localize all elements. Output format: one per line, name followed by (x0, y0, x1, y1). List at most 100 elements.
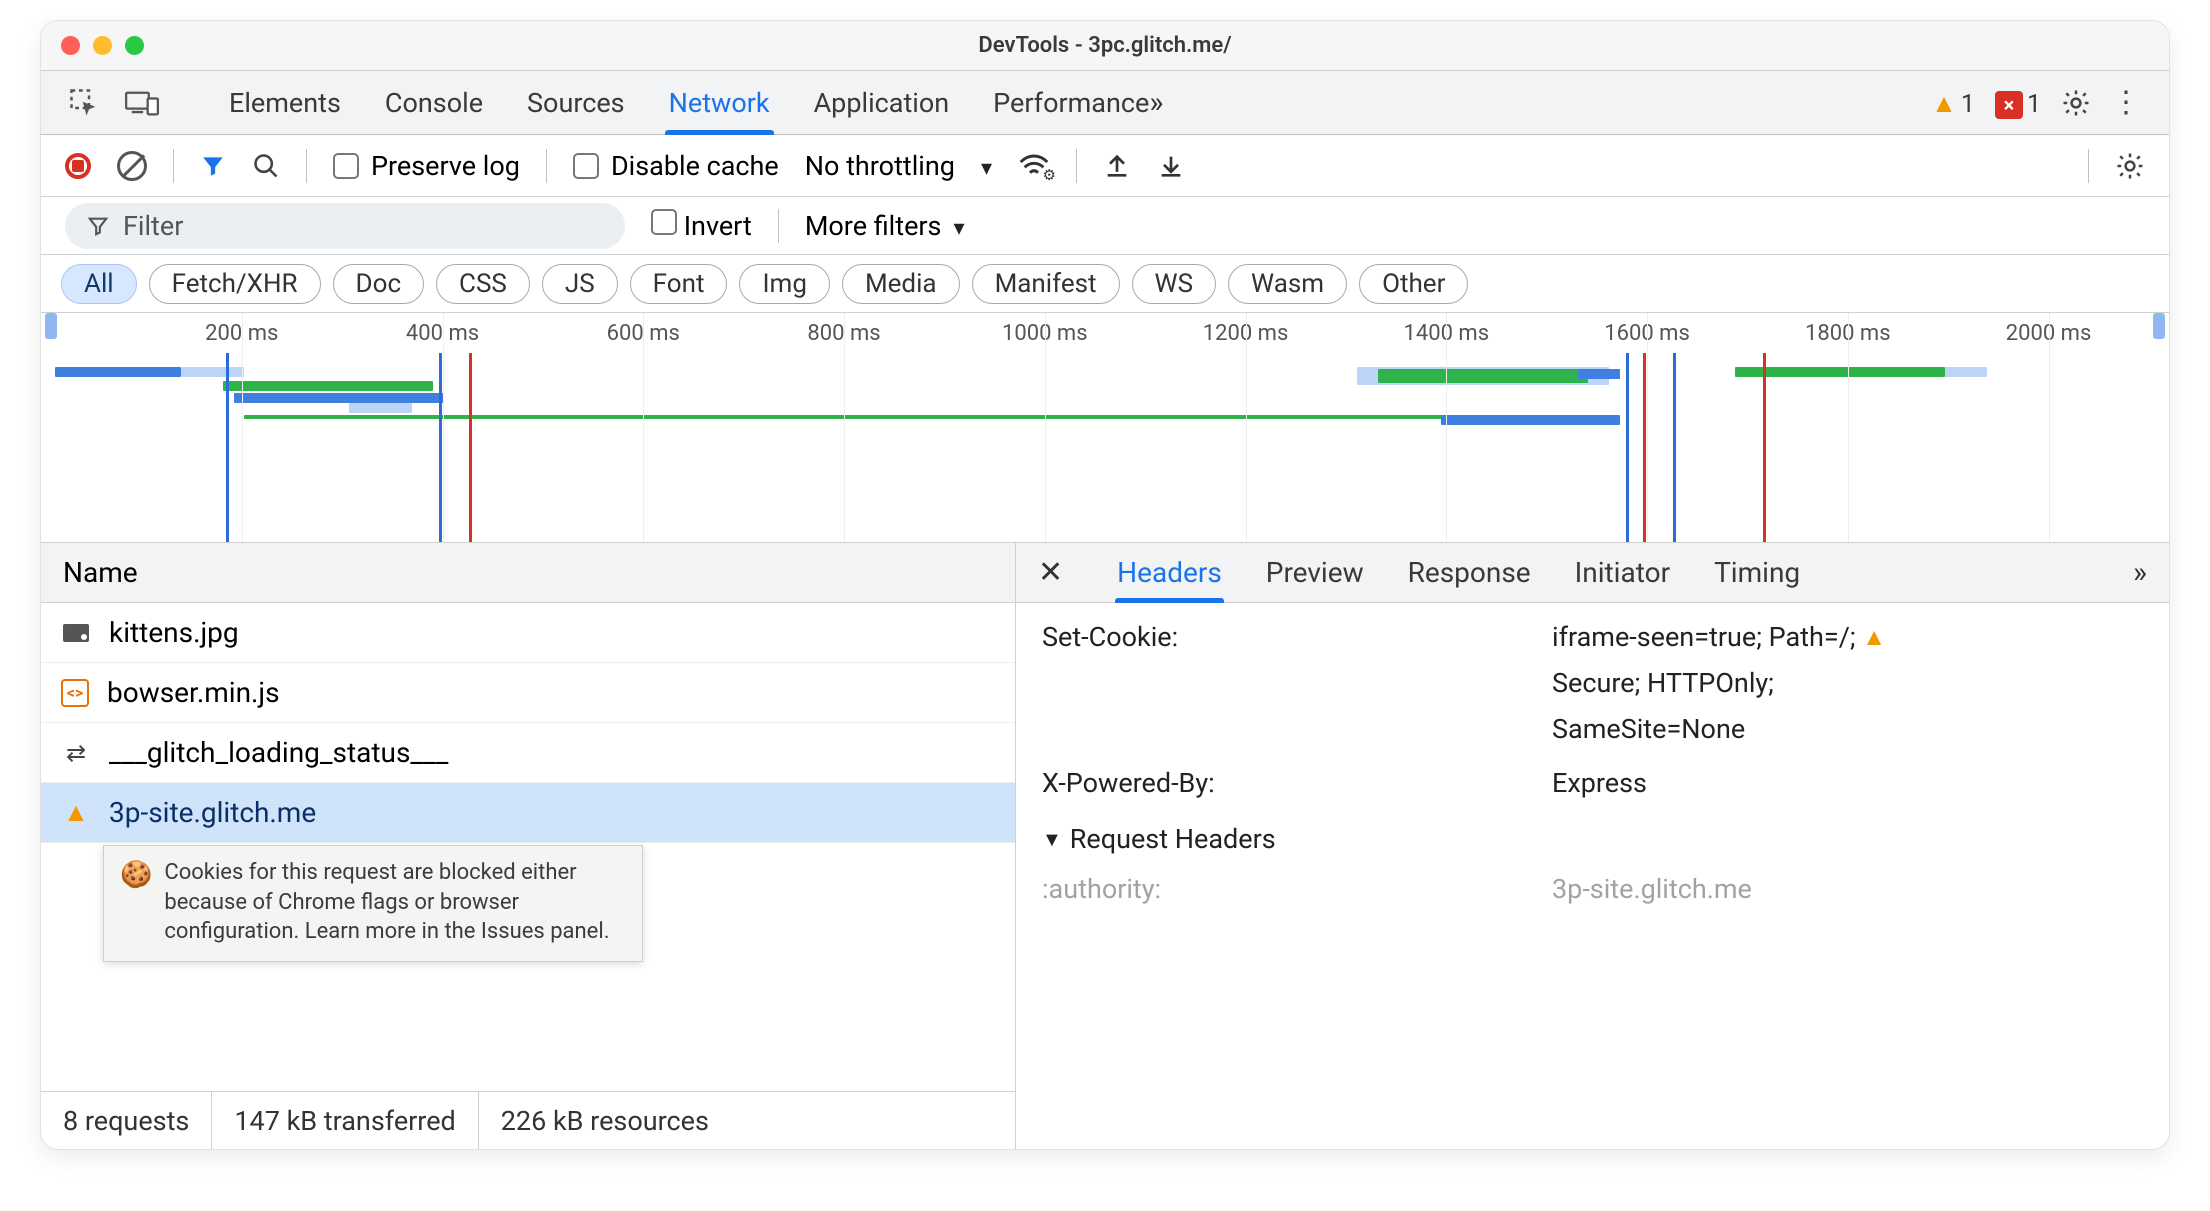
chip-doc[interactable]: Doc (333, 264, 425, 304)
more-filters-dropdown[interactable]: More filters (805, 210, 965, 242)
network-settings-icon[interactable] (2115, 151, 2145, 181)
request-row[interactable]: ⇄___glitch_loading_status___ (41, 723, 1015, 783)
network-split: Name kittens.jpg <> bowser.min.js ⇄___glitc… (41, 543, 2169, 1149)
detail-tab-response[interactable]: Response (1408, 543, 1531, 602)
record-button[interactable] (65, 153, 91, 179)
throttling-select[interactable]: No throttling (805, 150, 992, 182)
tab-network[interactable]: Network (669, 71, 770, 134)
throttling-value: No throttling (805, 150, 955, 182)
request-row[interactable]: <> bowser.min.js (41, 663, 1015, 723)
detail-tab-timing[interactable]: Timing (1714, 543, 1800, 602)
detail-tab-initiator[interactable]: Initiator (1575, 543, 1670, 602)
search-icon[interactable] (252, 152, 280, 180)
js-file-icon: <> (61, 679, 89, 707)
macos-titlebar: DevTools - 3pc.glitch.me/ (41, 21, 2169, 71)
response-header-row: Set-Cookie:iframe-seen=true; Path=/; ▲Se… (1042, 621, 2143, 745)
divider (2088, 149, 2089, 183)
request-rows: kittens.jpg <> bowser.min.js ⇄___glitch_loa… (41, 603, 1015, 1091)
chip-all[interactable]: All (61, 264, 137, 304)
settings-gear-icon[interactable] (2061, 88, 2091, 118)
clear-button[interactable] (117, 151, 147, 181)
filter-input[interactable]: Filter (65, 203, 625, 249)
divider (778, 209, 779, 243)
timeline-overview[interactable]: 200 ms400 ms600 ms800 ms1000 ms1200 ms14… (41, 313, 2169, 543)
timeline-bars (55, 361, 2155, 542)
request-header-value: 3p-site.glitch.me (1552, 873, 2143, 905)
issues-errors-button[interactable]: ×1 (1995, 87, 2041, 119)
invert-label: Invert (684, 210, 752, 242)
request-row[interactable]: ▲3p-site.glitch.me (41, 783, 1015, 843)
divider (173, 149, 174, 183)
close-detail-button[interactable]: ✕ (1038, 555, 1063, 590)
warning-triangle-icon: ▲ (1862, 623, 1886, 651)
tooltip-text: Cookies for this request are blocked eit… (164, 858, 626, 947)
tab-application[interactable]: Application (814, 71, 950, 134)
checkbox-icon (573, 153, 599, 179)
request-list-pane: Name kittens.jpg <> bowser.min.js ⇄___glitc… (41, 543, 1016, 1149)
chip-other[interactable]: Other (1359, 264, 1468, 304)
divider (306, 149, 307, 183)
chip-media[interactable]: Media (842, 264, 960, 304)
invert-checkbox[interactable]: Invert (651, 209, 752, 242)
detail-tabs: ✕ HeadersPreviewResponseInitiatorTiming … (1016, 543, 2169, 603)
funnel-icon (87, 215, 109, 237)
network-toolbar: Preserve log Disable cache No throttling… (41, 135, 2169, 197)
more-filters-label: More filters (805, 210, 942, 242)
checkbox-icon (651, 209, 677, 235)
chip-css[interactable]: CSS (436, 264, 530, 304)
request-row[interactable]: kittens.jpg (41, 603, 1015, 663)
column-name-label: Name (63, 556, 138, 589)
headers-body: Set-Cookie:iframe-seen=true; Path=/; ▲Se… (1016, 603, 2169, 1149)
chip-ws[interactable]: WS (1132, 264, 1217, 304)
response-header-value: Express (1552, 767, 2143, 799)
warning-triangle-icon: ▲ (61, 798, 91, 828)
disable-cache-checkbox[interactable]: Disable cache (573, 150, 779, 182)
window-title: DevTools - 3pc.glitch.me/ (41, 33, 2169, 58)
device-toolbar-icon[interactable] (125, 88, 159, 118)
response-header-value-line: Express (1552, 767, 1647, 799)
request-name: bowser.min.js (107, 676, 280, 709)
divider (546, 149, 547, 183)
chip-fetch-xhr[interactable]: Fetch/XHR (149, 264, 321, 304)
tab-console[interactable]: Console (385, 71, 483, 134)
blocked-cookies-tooltip: 🍪 Cookies for this request are blocked e… (103, 845, 643, 962)
response-header-value: iframe-seen=true; Path=/; ▲Secure; HTTPO… (1552, 621, 2143, 745)
more-detail-tabs-icon[interactable]: » (2133, 555, 2147, 590)
import-har-icon[interactable] (1157, 151, 1185, 181)
tab-sources[interactable]: Sources (527, 71, 625, 134)
request-headers-title: Request Headers (1070, 823, 1276, 855)
detail-tab-preview[interactable]: Preview (1266, 543, 1364, 602)
tab-elements[interactable]: Elements (229, 71, 341, 134)
status-transferred: 147 kB transferred (212, 1092, 478, 1149)
error-badge-icon: × (1995, 91, 2023, 119)
resource-type-chips: All Fetch/XHR Doc CSS JS Font Img Media Manifest… (41, 255, 2169, 313)
request-headers-section[interactable]: ▼ Request Headers (1042, 823, 2143, 855)
network-conditions-icon[interactable]: ⚙ (1018, 152, 1050, 180)
chip-js[interactable]: JS (542, 264, 618, 304)
chip-font[interactable]: Font (630, 264, 728, 304)
detail-tab-headers[interactable]: Headers (1117, 543, 1222, 602)
devtools-tabs-row: Elements Console Sources Network Application… (41, 71, 2169, 135)
response-header-value-line: Secure; HTTPOnly; (1552, 667, 1886, 699)
request-list-status-bar: 8 requests 147 kB transferred 226 kB res… (41, 1091, 1015, 1149)
mini-gear-icon: ⚙ (1043, 166, 1056, 184)
tab-performance[interactable]: Performance (993, 71, 1149, 134)
issues-warnings-button[interactable]: ▲1 (1931, 87, 1975, 119)
response-header-value-line: SameSite=None (1552, 713, 1886, 745)
chip-img[interactable]: Img (739, 264, 829, 304)
more-options-icon[interactable]: ⋮ (2111, 85, 2141, 120)
request-list-column-header[interactable]: Name (41, 543, 1015, 603)
request-header-key: :authority: (1042, 873, 1552, 905)
checkbox-icon (333, 153, 359, 179)
image-file-icon (61, 618, 91, 648)
chip-wasm[interactable]: Wasm (1228, 264, 1347, 304)
chip-manifest[interactable]: Manifest (972, 264, 1120, 304)
inspect-element-icon[interactable] (69, 88, 99, 118)
export-har-icon[interactable] (1103, 151, 1131, 181)
preserve-log-label: Preserve log (371, 150, 520, 182)
preserve-log-checkbox[interactable]: Preserve log (333, 150, 520, 182)
more-tabs-icon[interactable]: » (1149, 85, 1163, 120)
filter-toggle-icon[interactable] (200, 153, 226, 179)
request-name: ___glitch_loading_status___ (109, 736, 448, 769)
request-name: kittens.jpg (109, 616, 239, 649)
